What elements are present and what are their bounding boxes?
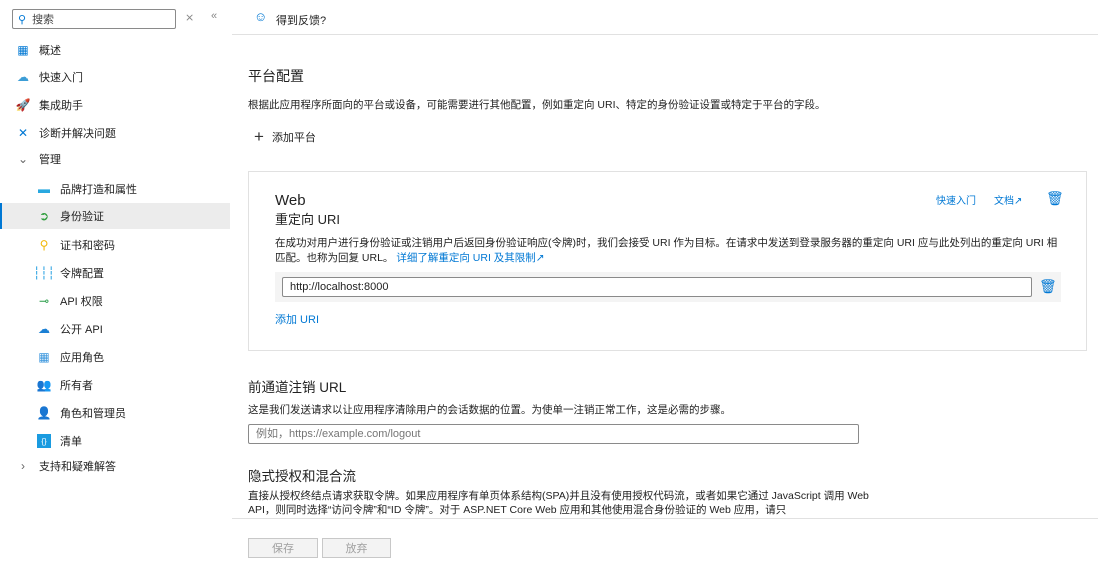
add-platform-button[interactable]: + 添加平台	[254, 127, 316, 147]
topbar: ☺ 得到反馈?	[232, 0, 1098, 35]
nav-expose-api[interactable]: ☁ 公开 API	[0, 316, 230, 342]
sidebar: ⚲ 搜索 ⨯ « ▦ 概述 ☁ 快速入门 🚀 集成助手 ✕ 诊断并解决问题 ⌄ 管理 ▬ 品…	[0, 0, 232, 563]
implicit-clip: 直接从授权终结点请求获取令牌。如果应用程序有单页体系结构(SPA)并且没有使用授…	[248, 489, 888, 517]
cloud-icon: ☁	[17, 70, 29, 84]
frontchannel-description: 这是我们发送请求以让应用程序清除用户的会话数据的位置。为使单一注销正常工作，这是…	[248, 404, 731, 416]
uri-row: 🗑	[275, 272, 1061, 302]
discard-button[interactable]: 放弃	[322, 538, 391, 558]
nav-label: 概述	[39, 45, 61, 57]
save-button[interactable]: 保存	[248, 538, 318, 558]
app-roles-icon: ▦	[38, 350, 50, 364]
cloud-api-icon: ☁	[38, 322, 50, 336]
nav-manifest[interactable]: {} 清单	[0, 428, 230, 454]
footer-bar: 保存 放弃	[232, 518, 1098, 563]
nav-label: 角色和管理员	[60, 408, 126, 420]
docs-link[interactable]: 文档↗	[994, 192, 1022, 207]
plus-icon: +	[254, 127, 264, 146]
nav-overview[interactable]: ▦ 概述	[0, 37, 230, 63]
nav-label: 品牌打造和属性	[60, 184, 137, 196]
nav-label: API 权限	[60, 296, 103, 308]
implicit-description: 直接从授权终结点请求获取令牌。如果应用程序有单页体系结构(SPA)并且没有使用授…	[248, 490, 869, 516]
tools-icon: ✕	[17, 126, 29, 140]
docs-label: 文档	[994, 196, 1014, 207]
nav-label: 支持和疑难解答	[39, 461, 116, 473]
nav-label: 集成助手	[39, 100, 83, 112]
nav-owners[interactable]: 👥 所有者	[0, 372, 230, 398]
nav-label: 管理	[39, 154, 61, 166]
platform-description: 根据此应用程序所面向的平台或设备，可能需要进行其他配置，例如重定向 URI、特定…	[248, 99, 826, 111]
rocket-icon: 🚀	[15, 98, 31, 112]
clear-filter-icon[interactable]: ⨯	[185, 11, 194, 24]
web-platform-card: Web 重定向 URI 快速入门 文档↗ 🗑 在成功对用户进行身份验证或注销用户…	[248, 171, 1087, 351]
logout-url-input[interactable]	[248, 424, 859, 444]
nav-quickstart[interactable]: ☁ 快速入门	[0, 64, 230, 90]
sign-in-icon: ➲	[38, 209, 50, 223]
nav-label: 令牌配置	[60, 268, 104, 280]
manifest-icon: {}	[37, 434, 51, 448]
nav-certificates[interactable]: ⚲ 证书和密码	[0, 232, 230, 258]
implicit-title: 隐式授权和混合流	[248, 469, 356, 484]
token-bars-icon: ┆┆┆	[33, 266, 55, 280]
api-permissions-icon: ⊸	[38, 294, 50, 308]
feedback-link[interactable]: 得到反馈?	[276, 12, 326, 28]
nav-label: 证书和密码	[60, 240, 115, 252]
nav-authentication[interactable]: ➲ 身份验证	[0, 203, 230, 229]
nav-label: 所有者	[60, 380, 93, 392]
nav-branding[interactable]: ▬ 品牌打造和属性	[0, 176, 230, 202]
nav-support[interactable]: › 支持和疑难解答	[0, 453, 230, 479]
nav-label: 快速入门	[39, 72, 83, 84]
grid-icon: ▦	[17, 43, 29, 57]
nav-integration-assistant[interactable]: 🚀 集成助手	[0, 92, 230, 118]
platform-title: 平台配置	[248, 68, 304, 84]
nav-app-roles[interactable]: ▦ 应用角色	[0, 344, 230, 370]
nav-diagnose[interactable]: ✕ 诊断并解决问题	[0, 120, 230, 146]
redirect-uri-input[interactable]	[282, 277, 1032, 297]
nav-label: 诊断并解决问题	[39, 128, 116, 140]
nav-api-permissions[interactable]: ⊸ API 权限	[0, 288, 230, 314]
web-title: Web	[275, 192, 306, 209]
search-icon: ⚲	[18, 13, 27, 26]
chevron-down-icon: ⌄	[17, 152, 29, 166]
nav-label: 应用角色	[60, 352, 104, 364]
key-icon: ⚲	[39, 238, 49, 252]
learn-more-link[interactable]: 详细了解重定向 URI 及其限制↗	[396, 252, 544, 264]
redirect-description-text: 在成功对用户进行身份验证或注销用户后返回身份验证响应(令牌)时，我们会接受 UR…	[275, 237, 1058, 264]
redirect-description: 在成功对用户进行身份验证或注销用户后返回身份验证响应(令牌)时，我们会接受 UR…	[275, 236, 1065, 266]
search-input[interactable]: 搜索	[32, 11, 54, 27]
nav-manage[interactable]: ⌄ 管理	[0, 146, 230, 172]
nav-label: 公开 API	[60, 324, 103, 336]
nav-roles-admins[interactable]: 👤 角色和管理员	[0, 400, 230, 426]
chevron-right-icon: ›	[21, 459, 25, 473]
nav-token-config[interactable]: ┆┆┆ 令牌配置	[0, 260, 230, 286]
redirect-uri-title: 重定向 URI	[275, 212, 341, 227]
add-platform-label: 添加平台	[271, 132, 316, 144]
quickstart-link[interactable]: 快速入门	[936, 192, 976, 207]
learn-more-label: 详细了解重定向 URI 及其限制	[396, 252, 536, 264]
external-link-icon: ↗	[1014, 196, 1023, 207]
nav-label: 清单	[60, 436, 82, 448]
delete-platform-icon[interactable]: 🗑	[1046, 190, 1064, 207]
delete-uri-icon[interactable]: 🗑	[1039, 278, 1057, 295]
branding-icon: ▬	[38, 182, 50, 196]
feedback-icon[interactable]: ☺	[254, 9, 267, 24]
search-box[interactable]: ⚲ 搜索	[12, 9, 176, 29]
collapse-sidebar-icon[interactable]: «	[211, 10, 217, 22]
frontchannel-title: 前通道注销 URL	[248, 380, 347, 395]
nav-label: 身份验证	[60, 211, 104, 223]
add-uri-link[interactable]: 添加 URI	[275, 311, 319, 327]
users-icon: 👥	[36, 378, 52, 392]
user-admin-icon: 👤	[36, 406, 52, 420]
